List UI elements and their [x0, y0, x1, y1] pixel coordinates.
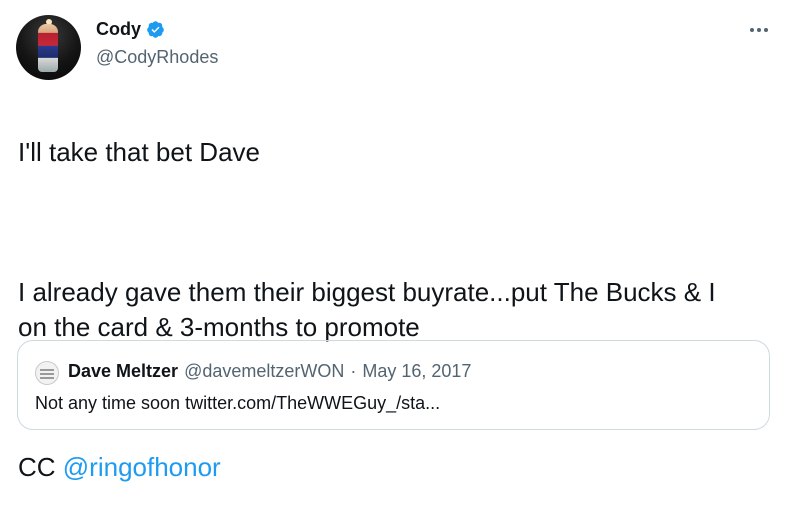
quoted-tweet-text: Not any time soon twitter.com/TheWWEGuy_… [35, 393, 441, 413]
meta-separator: · [350, 361, 357, 381]
quoted-author-handle: @davemeltzerWON [184, 361, 345, 381]
mention-link[interactable]: @ringofhonor [63, 452, 221, 482]
tweet-line: I already gave them their biggest buyrat… [18, 277, 716, 342]
author-handle[interactable]: @CodyRhodes [96, 47, 218, 68]
quoted-tweet-header: Dave Meltzer @davemeltzerWON · May 16, 2… [68, 361, 471, 382]
author-avatar[interactable] [16, 15, 81, 80]
more-options-button[interactable] [746, 20, 772, 40]
tweet-line: CC @ringofhonor [18, 450, 778, 485]
author-name[interactable]: Cody [96, 19, 141, 40]
tweet-body: I'll take that bet Dave I already gave t… [18, 100, 778, 520]
author-name-row[interactable]: Cody [96, 19, 165, 40]
quoted-author-avatar [35, 361, 59, 385]
quoted-tweet-card[interactable]: Dave Meltzer @davemeltzerWON · May 16, 2… [17, 340, 770, 430]
verified-badge-icon [147, 21, 164, 38]
avatar-figure [38, 24, 58, 72]
quoted-tweet-date: May 16, 2017 [362, 361, 472, 381]
quoted-author-name: Dave Meltzer [68, 361, 179, 381]
cc-label: CC [18, 452, 63, 482]
more-horizontal-icon [750, 28, 768, 32]
tweet-line: I'll take that bet Dave [18, 137, 260, 167]
